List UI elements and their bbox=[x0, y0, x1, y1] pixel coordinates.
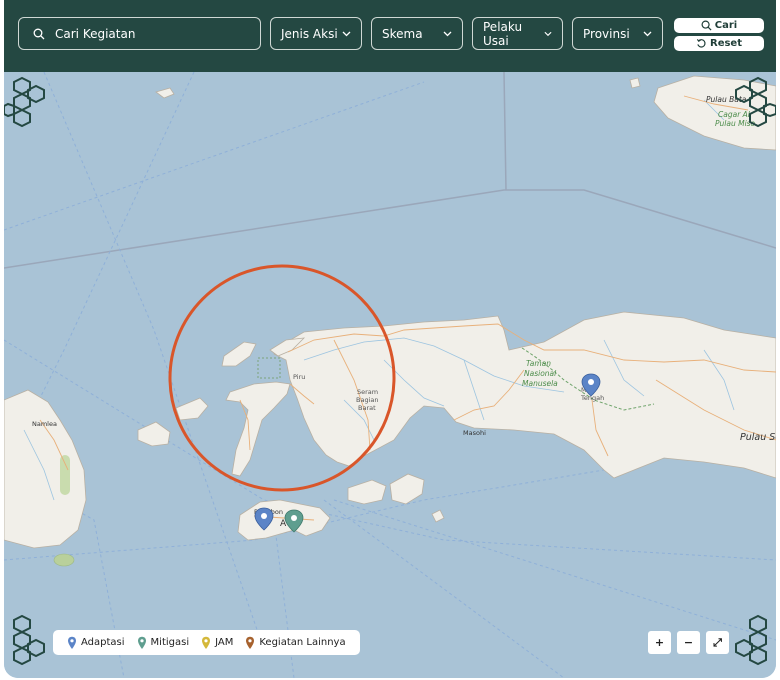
map-legend: Adaptasi Mitigasi JAM Kegiatan Lainnya bbox=[53, 630, 360, 655]
map-label-taman: Taman bbox=[526, 359, 551, 368]
chevron-down-icon bbox=[544, 31, 552, 36]
map-pin-icon bbox=[68, 636, 76, 649]
legend-item-adaptasi[interactable]: Adaptasi bbox=[67, 636, 125, 650]
search-icon bbox=[701, 20, 712, 31]
map-label-nasional: Nasional bbox=[524, 369, 557, 378]
zoom-in-button[interactable]: + bbox=[648, 631, 671, 654]
legend-label: Kegiatan Lainnya bbox=[259, 637, 346, 648]
skema-dropdown[interactable]: Skema bbox=[371, 17, 463, 50]
map-pin-icon bbox=[137, 636, 146, 649]
search-box[interactable] bbox=[18, 17, 261, 50]
map-label-piru: Piru bbox=[293, 373, 305, 381]
search-button[interactable]: Cari bbox=[674, 18, 764, 33]
legend-item-jam[interactable]: JAM bbox=[201, 636, 233, 650]
map-canvas[interactable]: Piru Seram Bagian Barat Masohi Taman Nas… bbox=[4, 72, 776, 678]
chevron-down-icon bbox=[643, 31, 652, 36]
map-pin-icon bbox=[246, 636, 255, 649]
map-label-bagian: Bagian bbox=[356, 396, 378, 404]
zoom-out-button[interactable]: − bbox=[677, 631, 700, 654]
provinsi-label: Provinsi bbox=[583, 26, 630, 41]
chevron-down-icon bbox=[443, 31, 452, 36]
pelaku-usaha-label: Pelaku Usai bbox=[483, 19, 523, 48]
provinsi-dropdown[interactable]: Provinsi bbox=[572, 17, 663, 50]
jenis-aksi-label: Jenis Aksi bbox=[281, 26, 338, 41]
reset-button-label: Reset bbox=[710, 38, 742, 49]
fullscreen-button[interactable]: ⤢ bbox=[706, 631, 729, 654]
jenis-aksi-dropdown[interactable]: Jenis Aksi bbox=[270, 17, 362, 50]
legend-label: JAM bbox=[215, 637, 234, 648]
islet-top-right bbox=[629, 77, 641, 89]
map-label-seram: Seram bbox=[357, 388, 378, 396]
legend-label: Adaptasi bbox=[81, 637, 125, 648]
map-label-masohi: Masohi bbox=[463, 429, 486, 437]
map-label-namlea: Namlea bbox=[32, 420, 57, 428]
buru-forest bbox=[60, 455, 70, 495]
search-button-label: Cari bbox=[714, 20, 738, 31]
map-frame: Jenis Aksi Skema Pelaku Usai Provinsi Ca… bbox=[4, 0, 776, 678]
lake-island bbox=[53, 553, 75, 567]
search-icon bbox=[33, 28, 45, 39]
map-label-pulau-seram: Pulau Se bbox=[740, 432, 776, 443]
pelaku-usaha-dropdown[interactable]: Pelaku Usai bbox=[472, 17, 563, 50]
map-pin-icon bbox=[202, 636, 211, 649]
map-label-manusela: Manusela bbox=[522, 379, 558, 388]
chevron-down-icon bbox=[342, 31, 351, 36]
map-label-cagar: Cagar Al bbox=[718, 110, 751, 119]
skema-label: Skema bbox=[382, 26, 423, 41]
search-input[interactable] bbox=[53, 25, 247, 42]
map-label-barat: Barat bbox=[358, 404, 376, 412]
legend-label: Mitigasi bbox=[150, 637, 190, 648]
legend-item-mitigasi[interactable]: Mitigasi bbox=[137, 636, 190, 650]
reset-button[interactable]: Reset bbox=[674, 36, 764, 51]
reset-icon bbox=[696, 39, 706, 48]
legend-item-kegiatan-lainnya[interactable]: Kegiatan Lainnya bbox=[245, 636, 346, 650]
